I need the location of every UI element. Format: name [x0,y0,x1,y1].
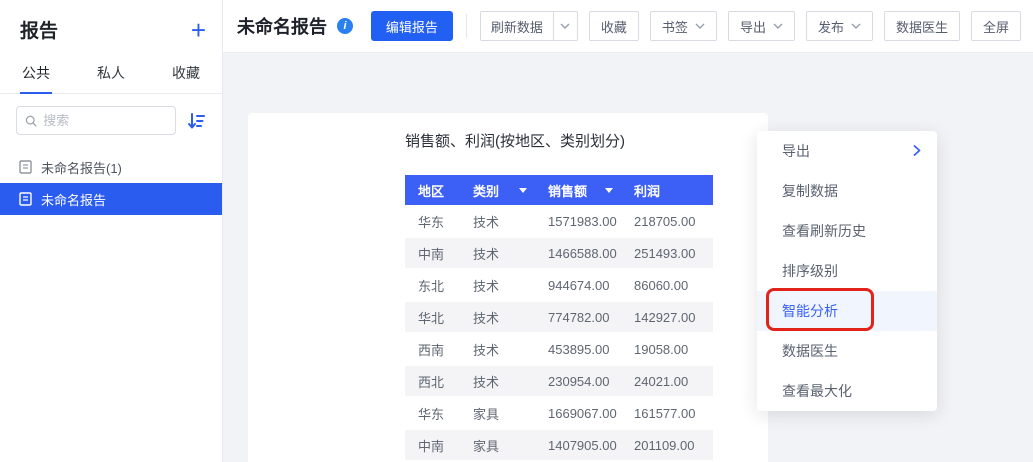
column-header-region: 地区 [405,181,460,200]
filter-caret-icon[interactable] [605,188,613,193]
cell-region: 华北 [405,308,460,327]
cell-sales: 1407905.00 [535,438,621,453]
report-item-label: 未命名报告 [41,190,106,209]
cell-sales: 1466588.00 [535,246,621,261]
cell-profit: 142927.00 [621,310,713,325]
chevron-down-icon [695,23,705,29]
cell-region: 东北 [405,276,460,295]
menu-item-sort-level[interactable]: 排序级别 [757,251,937,291]
fullscreen-button[interactable]: 全屏 [971,11,1021,41]
cell-sales: 453895.00 [535,342,621,357]
document-icon [19,192,32,206]
favorite-button[interactable]: 收藏 [589,11,639,41]
table-row[interactable]: 中南 家具 1407905.00 201109.00 [405,429,713,461]
publish-button[interactable]: 发布 [806,11,873,41]
cell-category: 技术 [460,276,535,295]
cell-sales: 944674.00 [535,278,621,293]
table-row[interactable]: 华北 技术 774782.00 142927.00 [405,301,713,333]
data-table: 销售额、利润(按地区、类别划分) 地区 类别 销售额 利润 华东 技术 1571… [405,130,713,461]
tab-private[interactable]: 私人 [95,57,127,93]
divider [466,14,467,38]
cell-category: 家具 [460,436,535,455]
cell-region: 西南 [405,340,460,359]
document-icon [19,160,32,174]
report-list-item-selected[interactable]: 未命名报告 [0,183,222,215]
cell-category: 技术 [460,212,535,231]
publish-label: 发布 [818,17,844,36]
bookmark-label: 书签 [662,17,688,36]
sort-descending-icon[interactable] [186,111,206,131]
cell-sales: 774782.00 [535,310,621,325]
context-menu: 导出 复制数据 查看刷新历史 排序级别 智能分析 数据医生 查看最大化 [757,131,937,411]
table-row[interactable]: 西北 技术 230954.00 24021.00 [405,365,713,397]
menu-item-data-doctor[interactable]: 数据医生 [757,331,937,371]
table-row[interactable]: 中南 技术 1466588.00 251493.00 [405,237,713,269]
tab-favorites[interactable]: 收藏 [170,57,202,93]
chevron-down-icon [773,23,783,29]
cell-category: 技术 [460,372,535,391]
export-label: 导出 [740,17,766,36]
menu-item-view-maximize[interactable]: 查看最大化 [757,371,937,411]
menu-item-export[interactable]: 导出 [757,131,937,171]
cell-profit: 218705.00 [621,214,713,229]
top-bar: 未命名报告 i 编辑报告 刷新数据 收藏 书签 导出 发布 [223,0,1033,53]
data-doctor-button[interactable]: 数据医生 [884,11,960,41]
tab-public[interactable]: 公共 [20,57,52,94]
chevron-right-icon [913,143,921,159]
chevron-down-icon[interactable] [553,12,577,40]
report-card: 销售额、利润(按地区、类别划分) 地区 类别 销售额 利润 华东 技术 1571… [248,113,768,462]
table-row[interactable]: 西南 技术 453895.00 19058.00 [405,333,713,365]
table-body: 华东 技术 1571983.00 218705.00 中南 技术 1466588… [405,205,713,461]
cell-category: 家具 [460,404,535,423]
page-title: 未命名报告 [237,13,327,39]
report-list-item[interactable]: 未命名报告(1) [0,151,222,183]
column-header-profit: 利润 [621,181,713,200]
column-header-category: 类别 [460,181,535,200]
cell-region: 华东 [405,404,460,423]
cell-profit: 251493.00 [621,246,713,261]
table-header-row: 地区 类别 销售额 利润 [405,175,713,205]
column-header-sales: 销售额 [535,181,621,200]
table-title: 销售额、利润(按地区、类别划分) [405,130,713,151]
menu-item-copy-data[interactable]: 复制数据 [757,171,937,211]
cell-region: 中南 [405,436,460,455]
bookmark-button[interactable]: 书签 [650,11,717,41]
cell-sales: 230954.00 [535,374,621,389]
cell-profit: 161577.00 [621,406,713,421]
cell-category: 技术 [460,308,535,327]
cell-profit: 24021.00 [621,374,713,389]
search-field[interactable] [43,113,167,128]
cell-region: 西北 [405,372,460,391]
info-icon[interactable]: i [337,18,353,34]
menu-item-smart-analysis[interactable]: 智能分析 [757,291,937,331]
export-button[interactable]: 导出 [728,11,795,41]
sidebar-title: 报告 [20,16,58,43]
sidebar: 报告 + 公共 私人 收藏 未命名报告( [0,0,223,462]
edit-report-button[interactable]: 编辑报告 [371,11,453,41]
menu-item-label: 导出 [782,141,810,161]
report-item-label: 未命名报告(1) [41,158,122,177]
cell-profit: 201109.00 [621,438,713,453]
cell-region: 中南 [405,244,460,263]
cell-profit: 19058.00 [621,342,713,357]
filter-caret-icon[interactable] [519,188,527,193]
cell-profit: 86060.00 [621,278,713,293]
plus-icon[interactable]: + [191,19,206,41]
table-row[interactable]: 华东 技术 1571983.00 218705.00 [405,205,713,237]
report-list: 未命名报告(1) 未命名报告 [0,151,222,215]
table-row[interactable]: 华东 家具 1669067.00 161577.00 [405,397,713,429]
cell-sales: 1571983.00 [535,214,621,229]
cell-category: 技术 [460,244,535,263]
chevron-down-icon [851,23,861,29]
search-input[interactable] [16,106,176,135]
sidebar-tabs: 公共 私人 收藏 [0,57,222,94]
cell-category: 技术 [460,340,535,359]
menu-item-refresh-history[interactable]: 查看刷新历史 [757,211,937,251]
table-row[interactable]: 东北 技术 944674.00 86060.00 [405,269,713,301]
refresh-data-button[interactable]: 刷新数据 [480,11,578,41]
refresh-data-label[interactable]: 刷新数据 [481,17,553,36]
cell-region: 华东 [405,212,460,231]
cell-sales: 1669067.00 [535,406,621,421]
search-icon [25,114,37,128]
